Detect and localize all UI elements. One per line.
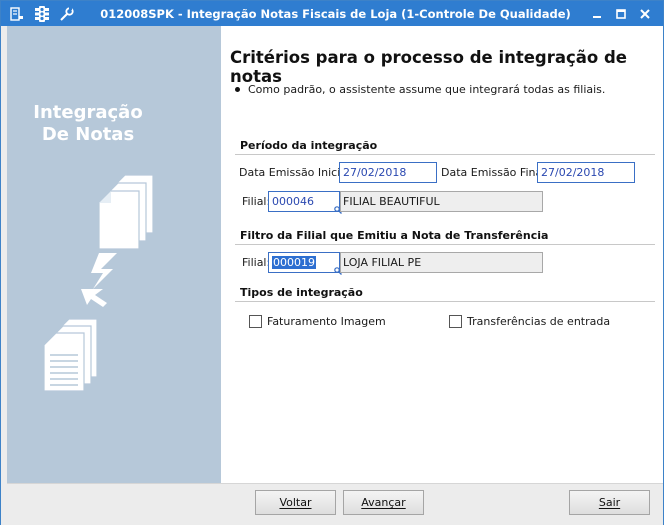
filial-code-value: 000046 [272, 195, 314, 208]
faturamento-checkbox[interactable] [249, 315, 262, 328]
bullet-icon [235, 87, 240, 92]
section-divider [235, 154, 655, 155]
avancar-button[interactable]: Avançar [343, 490, 424, 515]
transferencias-label: Transferências de entrada [467, 315, 611, 328]
sidebar-title-line2: De Notas [41, 124, 135, 145]
filial-label: Filial: [242, 195, 271, 208]
filial-code-field[interactable]: 000046 [268, 191, 342, 214]
traffic-light-icon[interactable] [34, 5, 50, 22]
data-final-field[interactable]: 27/02/2018 [537, 162, 635, 183]
button-bar: Voltar Avançar Sair [7, 483, 663, 525]
data-inicial-field[interactable]: 27/02/2018 [339, 162, 437, 183]
faturamento-label: Faturamento Imagem [267, 315, 386, 328]
transferencias-checkbox[interactable] [449, 315, 462, 328]
info-note: Como padrão, o assistente assume que int… [235, 83, 605, 96]
data-final-label: Data Emissão Final: [441, 166, 549, 179]
minimize-icon[interactable] [585, 4, 609, 24]
data-inicial-label: Data Emissão Inicial: [239, 166, 354, 179]
periodo-section-title: Período da integração [240, 139, 378, 152]
documents-transfer-icon [43, 174, 154, 392]
tipos-section-title: Tipos de integração [240, 286, 363, 299]
sidebar-title-line1: Integração [33, 102, 143, 123]
sidebar-title: Integração De Notas [7, 102, 169, 146]
wrench-icon[interactable] [59, 6, 75, 22]
menu-icon[interactable] [9, 6, 25, 22]
app-window: 012008SPK - Integração Notas Fiscais de … [0, 0, 664, 525]
title-bar-icons [1, 5, 96, 22]
voltar-button[interactable]: Voltar [255, 490, 336, 515]
wizard-content: Critérios para o processo de integração … [221, 26, 663, 483]
close-icon[interactable] [633, 4, 657, 24]
section-divider [235, 244, 655, 245]
wizard-sidebar: Integração De Notas [7, 26, 221, 483]
title-bar: 012008SPK - Integração Notas Fiscais de … [1, 1, 663, 26]
section-divider [235, 301, 655, 302]
window-controls [585, 4, 663, 24]
filtro-filial-code-value: 000019 [272, 256, 316, 269]
filtro-filial-label: Filial: [242, 256, 271, 269]
transferencias-checkbox-row[interactable]: Transferências de entrada [449, 315, 610, 328]
faturamento-checkbox-row[interactable]: Faturamento Imagem [249, 315, 386, 328]
page-title: Critérios para o processo de integração … [230, 48, 627, 86]
info-note-text: Como padrão, o assistente assume que int… [248, 83, 606, 96]
filial-name-field: FILIAL BEAUTIFUL [340, 191, 543, 212]
sair-button[interactable]: Sair [569, 490, 650, 515]
filtro-section-title: Filtro da Filial que Emitiu a Nota de Tr… [240, 229, 549, 242]
filtro-filial-code-field[interactable]: 000019 [268, 252, 342, 275]
window-title: 012008SPK - Integração Notas Fiscais de … [100, 6, 571, 21]
filtro-filial-name-field: LOJA FILIAL PE [340, 252, 543, 273]
maximize-icon[interactable] [609, 4, 633, 24]
